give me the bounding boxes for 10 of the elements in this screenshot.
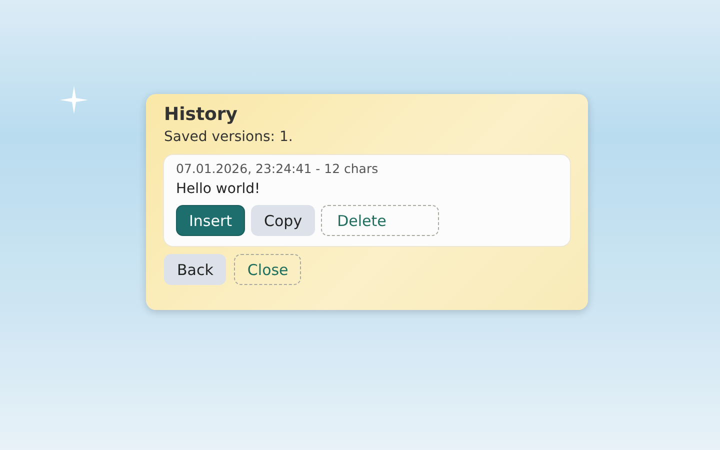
delete-button[interactable]: Delete — [321, 205, 440, 236]
insert-button[interactable]: Insert — [176, 205, 246, 236]
summary-text: Saved versions: 1. — [164, 129, 294, 145]
back-button[interactable]: Back — [164, 254, 226, 285]
version-meta: 07.01.2026, 23:24:41 - 12 chars — [176, 161, 380, 176]
copy-button[interactable]: Copy — [251, 205, 316, 236]
close-button[interactable]: Close — [234, 254, 302, 285]
sparkle-icon — [60, 86, 88, 114]
dialog-title: History — [164, 104, 239, 125]
version-text: Hello world! — [176, 181, 262, 197]
